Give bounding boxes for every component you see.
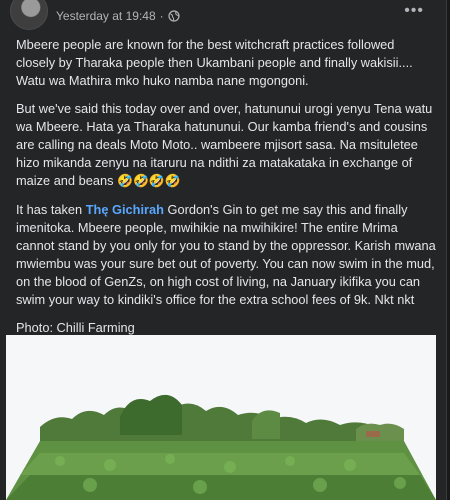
avatar[interactable]: [10, 0, 48, 30]
globe-icon: [168, 10, 180, 22]
post-photo[interactable]: [0, 335, 446, 500]
paragraph-2: But we've said this today over and over,…: [16, 100, 436, 191]
more-options-icon[interactable]: •••: [404, 2, 424, 20]
paragraph-3-lead: It has taken: [16, 202, 86, 217]
facebook-post: Yesterday at 19:48 · ••• Mbeere people a…: [0, 0, 447, 500]
post-timestamp[interactable]: Yesterday at 19:48: [56, 9, 156, 23]
paragraph-3-text: Gordon's Gin to get me say this and fina…: [16, 202, 436, 307]
paragraph-2-text: But we've said this today over and over,…: [16, 101, 433, 188]
paragraph-1: Mbeere people are known for the best wit…: [16, 37, 413, 88]
meta-separator: ·: [159, 9, 164, 23]
post-meta: Yesterday at 19:48 ·: [56, 9, 180, 23]
paragraph-3: It has taken Thę Gichirah Gordon's Gin t…: [16, 201, 436, 309]
mention-link[interactable]: Thę Gichirah: [86, 202, 164, 217]
post-text: Mbeere people are known for the best wit…: [16, 36, 436, 347]
laughing-emojis: 🤣🤣🤣🤣: [117, 174, 181, 189]
